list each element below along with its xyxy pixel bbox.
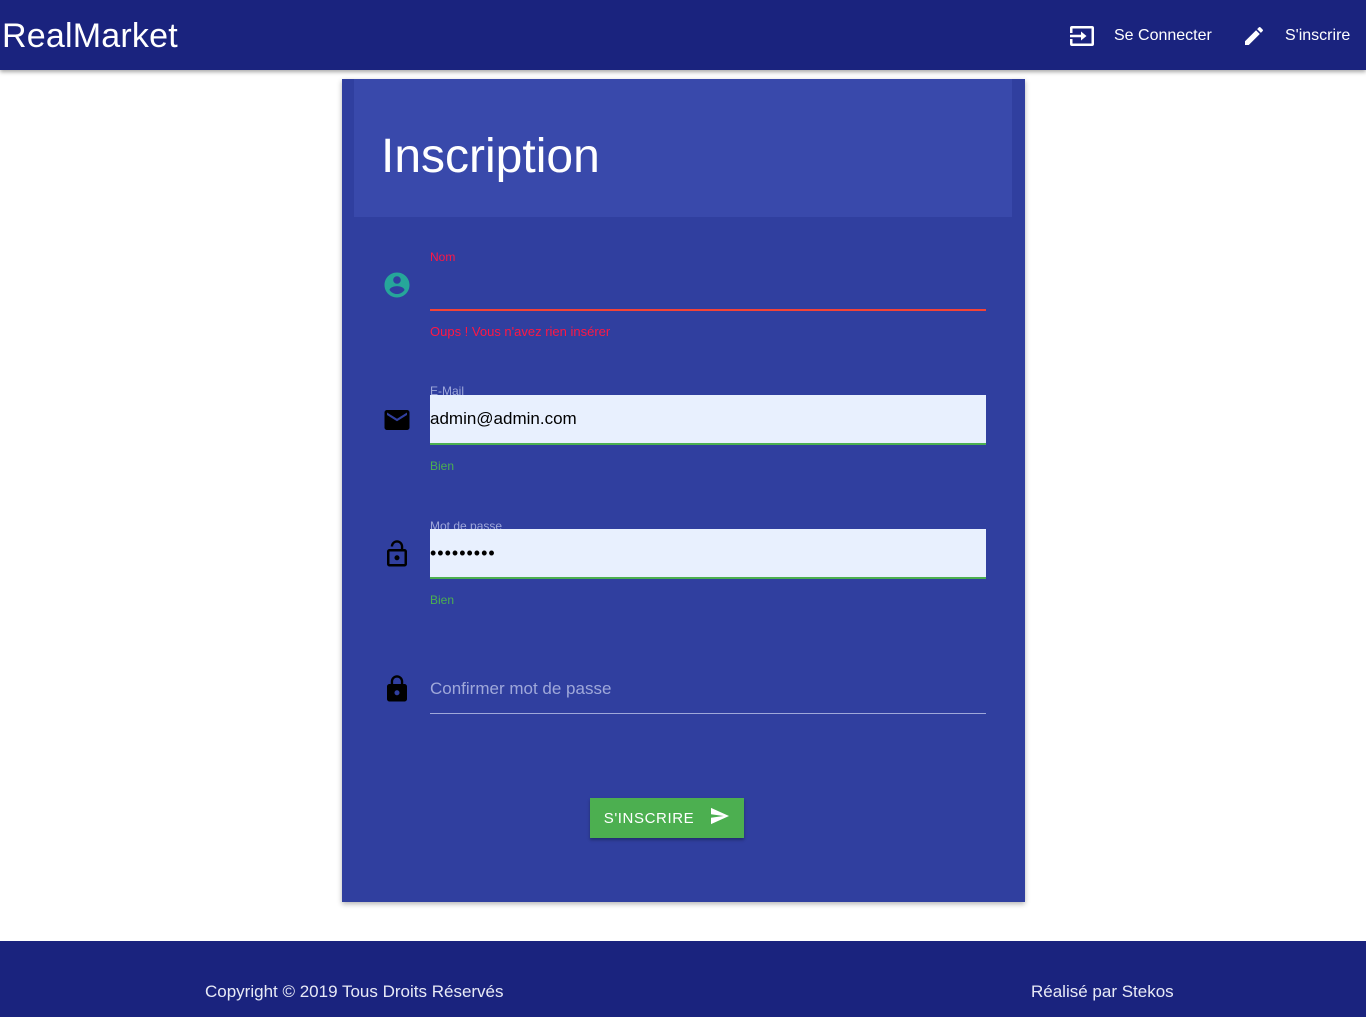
nom-label: Nom <box>430 250 456 264</box>
lock-icon <box>382 674 412 704</box>
submit-label: S'INSCRIRE <box>603 809 695 827</box>
password-helper-text: Bien <box>430 593 455 607</box>
brand-logo[interactable]: RealMarket <box>2 16 178 56</box>
signup-link[interactable]: S'inscrire <box>1242 18 1350 54</box>
card-header: Inscription <box>354 79 1012 217</box>
footer: Copyright © 2019 Tous Droits Réservés Ré… <box>0 941 1366 1017</box>
email-helper-text: Bien <box>430 459 455 473</box>
login-label: Se Connecter <box>1114 27 1212 44</box>
page-title: Inscription <box>381 130 600 183</box>
lock-open-icon <box>382 539 412 569</box>
pencil-icon <box>1242 24 1266 48</box>
mail-icon <box>382 405 412 435</box>
signup-card: Inscription Nom Oups ! Vous n'avez rien … <box>342 79 1025 902</box>
send-icon <box>710 807 730 829</box>
footer-copyright: Copyright © 2019 Tous Droits Réservés <box>205 982 504 1001</box>
confirm-password-input[interactable] <box>430 664 986 714</box>
account-circle-icon <box>382 270 412 300</box>
nom-input[interactable] <box>430 265 986 311</box>
top-navbar: RealMarket Se Connecter S'inscrire <box>0 0 1366 70</box>
signup-label: S'inscrire <box>1285 27 1351 44</box>
password-input[interactable] <box>430 529 986 579</box>
submit-signup-button[interactable]: S'INSCRIRE <box>590 798 744 838</box>
login-icon <box>1068 24 1096 48</box>
login-link[interactable]: Se Connecter <box>1068 18 1212 54</box>
email-input[interactable] <box>430 395 986 445</box>
nom-error-message: Oups ! Vous n'avez rien insérer <box>430 324 611 339</box>
footer-credit: Réalisé par Stekos <box>1031 982 1174 1001</box>
